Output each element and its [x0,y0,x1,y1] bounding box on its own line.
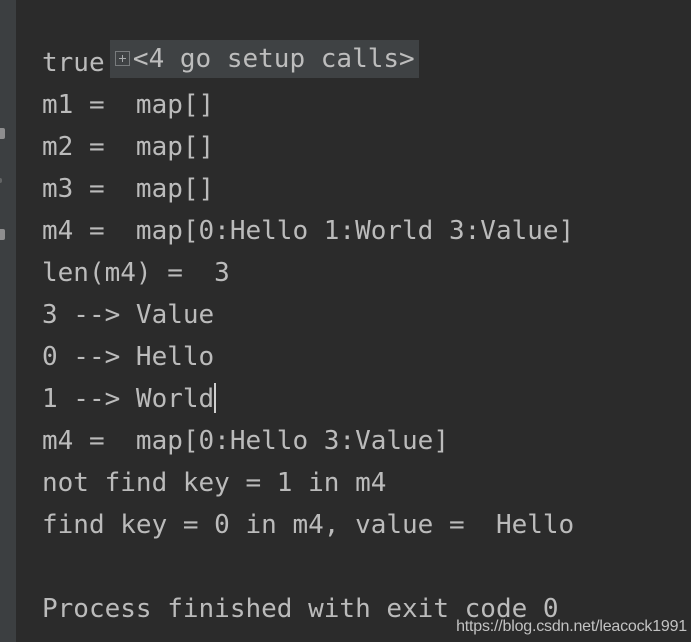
console-line-text: m4 = map[0:Hello 3:Value] [42,426,449,456]
console-line: m2 = map[] [16,126,214,168]
console-line-text: 1 --> World [42,384,215,414]
console-line-text: m2 = map[] [42,132,215,162]
console-line-text: not find key = 1 in m4 [42,468,387,498]
console-output-area[interactable]: <4 go setup calls> true m1 = map[] m2 = … [16,0,691,642]
console-line: 3 --> Value [16,294,214,336]
console-line-text: 3 --> Value [42,300,215,330]
console-line-text: m3 = map[] [42,174,215,204]
console-line: 0 --> Hello [16,336,214,378]
fold-label: <4 go setup calls> [132,44,415,74]
run-icon[interactable] [0,128,5,139]
console-line: 1 --> World [16,378,217,420]
console-line: m4 = map[0:Hello 1:World 3:Value] [16,210,574,252]
console-line: len(m4) = 3 [16,252,230,294]
rerun-icon[interactable] [0,178,2,183]
expand-plus-icon[interactable] [114,50,130,66]
console-line: find key = 0 in m4, value = Hello [16,504,574,546]
console-line: m1 = map[] [16,84,214,126]
fold-row[interactable]: <4 go setup calls> [109,40,419,78]
console-line: true [16,42,105,84]
console-line-text: m1 = map[] [42,90,215,120]
console-line-text: len(m4) = 3 [42,258,230,288]
console-line-text: 0 --> Hello [42,342,215,372]
console-line: m4 = map[0:Hello 3:Value] [16,420,449,462]
console-line-text: true [42,48,105,78]
console-left-toolbar [0,0,16,642]
watermark-url: https://blog.csdn.net/leacock1991 [456,618,687,635]
run-console-window: <4 go setup calls> true m1 = map[] m2 = … [0,0,691,642]
console-line: not find key = 1 in m4 [16,462,386,504]
console-line-text: find key = 0 in m4, value = Hello [42,510,575,540]
text-caret [214,383,217,413]
console-line: m3 = map[] [16,168,214,210]
console-fold-line[interactable]: <4 go setup calls> [16,0,691,78]
stop-icon[interactable] [0,229,5,240]
console-line-text: m4 = map[0:Hello 1:World 3:Value] [42,216,575,246]
